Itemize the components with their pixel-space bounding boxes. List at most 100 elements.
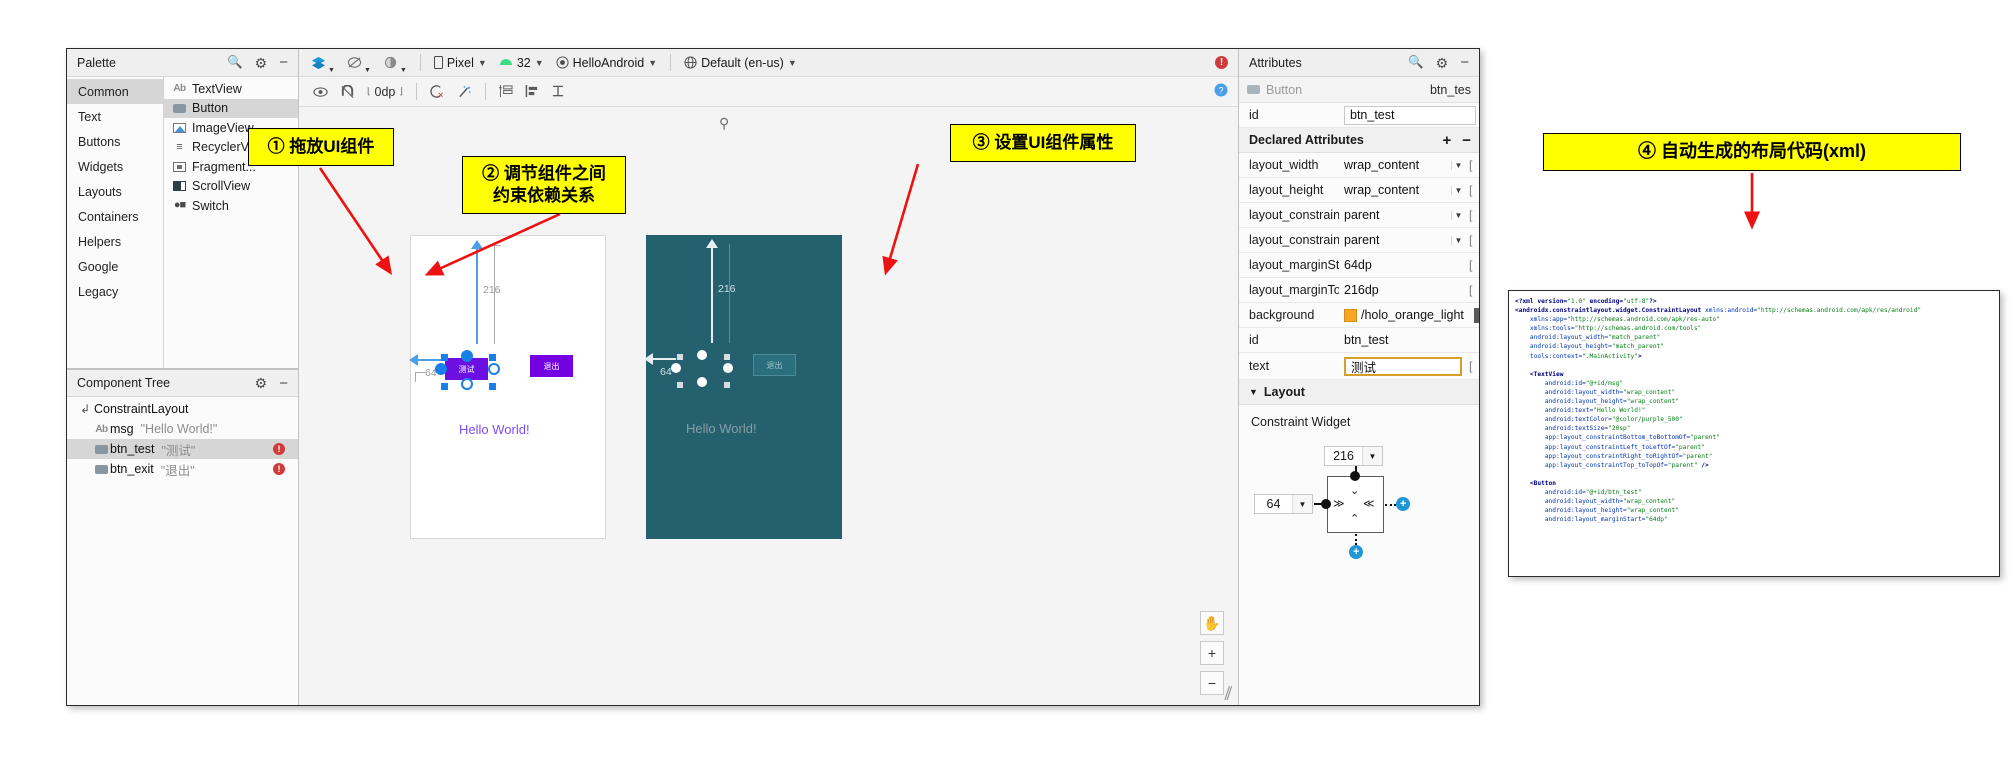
- attr-text-input[interactable]: 测试: [1344, 356, 1462, 376]
- palette-category-helpers[interactable]: Helpers: [67, 229, 163, 254]
- resource-picker-icon[interactable]: [: [1469, 233, 1479, 247]
- pan-hand-icon[interactable]: ✋: [1200, 611, 1224, 635]
- device-preview-blueprint[interactable]: Hello World! 退出 216 64: [644, 235, 842, 539]
- chevron-down-icon[interactable]: ▼: [1249, 387, 1258, 397]
- resize-handle-tr[interactable]: [489, 354, 496, 361]
- attr-row-constraint-2[interactable]: layout_constraint... parent ▼ [: [1239, 228, 1479, 253]
- bp-handle-tl[interactable]: [677, 354, 683, 360]
- search-icon[interactable]: 🔍: [227, 56, 243, 69]
- dropdown-arrow-icon[interactable]: ▼: [1451, 235, 1465, 245]
- blueprint-mode-button[interactable]: ▼: [341, 52, 377, 74]
- tree-node-msg[interactable]: Ab msg "Hello World!": [67, 419, 298, 439]
- resize-handle-bl[interactable]: [441, 383, 448, 390]
- remove-attribute-icon[interactable]: −: [1462, 132, 1471, 149]
- attr-row-layout-width[interactable]: layout_width wrap_content ▼ [: [1239, 153, 1479, 178]
- add-end-constraint-icon[interactable]: +: [1396, 497, 1410, 511]
- add-attribute-icon[interactable]: +: [1442, 132, 1451, 149]
- minimize-icon[interactable]: −: [279, 55, 288, 70]
- chevron-down-icon[interactable]: ▼: [1362, 447, 1382, 465]
- palette-category-google[interactable]: Google: [67, 254, 163, 279]
- bp-anchor-start[interactable]: [671, 363, 681, 373]
- dropdown-arrow-icon[interactable]: ▼: [1451, 210, 1465, 220]
- palette-category-containers[interactable]: Containers: [67, 204, 163, 229]
- resource-picker-icon[interactable]: [: [1469, 158, 1479, 172]
- resource-picker-icon[interactable]: [: [1469, 283, 1479, 297]
- attr-row-text[interactable]: text 测试 [: [1239, 353, 1479, 380]
- palette-category-legacy[interactable]: Legacy: [67, 279, 163, 304]
- constraint-start-spinner[interactable]: 64 ▼: [1254, 494, 1313, 514]
- attr-row-margin-top[interactable]: layout_marginTop 216dp [: [1239, 278, 1479, 303]
- attr-value[interactable]: parent: [1344, 208, 1447, 222]
- bp-handle-bl[interactable]: [677, 382, 683, 388]
- theme-selector[interactable]: HelloAndroid ▼: [550, 52, 664, 74]
- blueprint-exit-button[interactable]: 退出: [753, 354, 796, 376]
- attr-row-layout-height[interactable]: layout_height wrap_content ▼ [: [1239, 178, 1479, 203]
- bp-anchor-top[interactable]: [697, 350, 707, 360]
- constraint-anchor-top[interactable]: [461, 350, 473, 362]
- bp-handle-br[interactable]: [724, 382, 730, 388]
- attr-value[interactable]: wrap_content: [1344, 183, 1447, 197]
- palette-item-switch[interactable]: ●■ Switch: [164, 196, 298, 216]
- attr-row-background[interactable]: background /holo_orange_light: [1239, 303, 1479, 328]
- zoom-in-button[interactable]: +: [1200, 641, 1224, 665]
- resource-picker-icon[interactable]: [: [1469, 359, 1479, 373]
- constraint-anchor-start[interactable]: [435, 363, 447, 375]
- attr-row-id[interactable]: id btn_test: [1239, 103, 1479, 128]
- clear-constraints-button[interactable]: ✕: [424, 81, 451, 103]
- tree-node-btn-test[interactable]: btn_test "测试" !: [67, 439, 298, 459]
- chevrons-down-icon[interactable]: ⌄: [1350, 484, 1359, 497]
- attr-value[interactable]: btn_test: [1344, 333, 1479, 347]
- minimize-icon[interactable]: −: [1460, 55, 1469, 70]
- dropdown-arrow-icon[interactable]: ▼: [1451, 185, 1465, 195]
- declared-attributes-section-header[interactable]: Declared Attributes + −: [1239, 128, 1479, 153]
- resize-handle-tl[interactable]: [441, 354, 448, 361]
- error-badge[interactable]: !: [273, 443, 285, 455]
- resize-handle-br[interactable]: [489, 383, 496, 390]
- constraint-top-spinner[interactable]: 216 ▼: [1324, 446, 1383, 466]
- attr-id-input[interactable]: btn_test: [1344, 105, 1476, 125]
- gear-icon[interactable]: ⚙: [255, 376, 268, 390]
- dropdown-arrow-icon[interactable]: ▼: [1451, 160, 1465, 170]
- tree-node-constraintlayout[interactable]: ↳ ConstraintLayout: [67, 399, 298, 419]
- design-mode-button[interactable]: ▼: [305, 52, 341, 74]
- palette-category-text[interactable]: Text: [67, 104, 163, 129]
- generated-xml-panel[interactable]: <?xml version="1.0" encoding="utf-8"?> <a…: [1508, 290, 2000, 577]
- locale-selector[interactable]: Default (en-us) ▼: [678, 52, 803, 74]
- attr-row-constraint-1[interactable]: layout_constraint... parent ▼ [: [1239, 203, 1479, 228]
- bp-handle-tr[interactable]: [724, 354, 730, 360]
- autoconnect-button[interactable]: [334, 81, 361, 103]
- chevrons-up-icon[interactable]: ⌃: [1350, 512, 1359, 525]
- baseline-button[interactable]: [545, 81, 571, 103]
- error-badge[interactable]: !: [273, 463, 285, 475]
- constraint-anchor-start[interactable]: [1321, 499, 1331, 509]
- resource-picker-icon[interactable]: [: [1469, 183, 1479, 197]
- resource-picker-icon[interactable]: [: [1469, 258, 1479, 272]
- device-preview-design[interactable]: Hello World! 退出 216 64 测试: [409, 235, 606, 539]
- preview-exit-button[interactable]: 退出: [530, 355, 573, 377]
- help-icon[interactable]: ?: [1214, 83, 1228, 97]
- gear-icon[interactable]: ⚙: [1436, 56, 1449, 70]
- view-options-button[interactable]: [307, 81, 334, 103]
- infer-constraints-button[interactable]: [451, 81, 478, 103]
- chevron-down-icon[interactable]: ▼: [1292, 495, 1312, 513]
- resize-grip-icon[interactable]: ∥: [1222, 684, 1235, 701]
- pin-icon[interactable]: ⚲: [719, 115, 729, 132]
- add-bottom-constraint-icon[interactable]: +: [1349, 545, 1363, 559]
- attr-row-id-declared[interactable]: id btn_test: [1239, 328, 1479, 353]
- design-canvas[interactable]: ⚲ Hello World! 退出 216 64 测试 Hello World!…: [299, 107, 1238, 705]
- palette-category-widgets[interactable]: Widgets: [67, 154, 163, 179]
- color-swatch[interactable]: [1344, 308, 1357, 322]
- api-level-selector[interactable]: 32 ▼: [493, 52, 550, 74]
- palette-category-buttons[interactable]: Buttons: [67, 129, 163, 154]
- device-selector[interactable]: Pixel ▼: [428, 52, 493, 74]
- attr-value[interactable]: wrap_content: [1344, 158, 1447, 172]
- attr-value[interactable]: 216dp: [1344, 283, 1465, 297]
- attributes-scrollbar-thumb[interactable]: [1474, 307, 1479, 323]
- constraint-anchor-end[interactable]: [488, 363, 500, 375]
- chevrons-right-icon[interactable]: ≫: [1333, 497, 1345, 510]
- attr-value[interactable]: parent: [1344, 233, 1447, 247]
- layout-section-header[interactable]: ▼ Layout: [1239, 380, 1479, 405]
- search-icon[interactable]: 🔍: [1408, 56, 1424, 69]
- guidelines-button[interactable]: [493, 81, 519, 103]
- palette-category-common[interactable]: Common: [67, 79, 163, 104]
